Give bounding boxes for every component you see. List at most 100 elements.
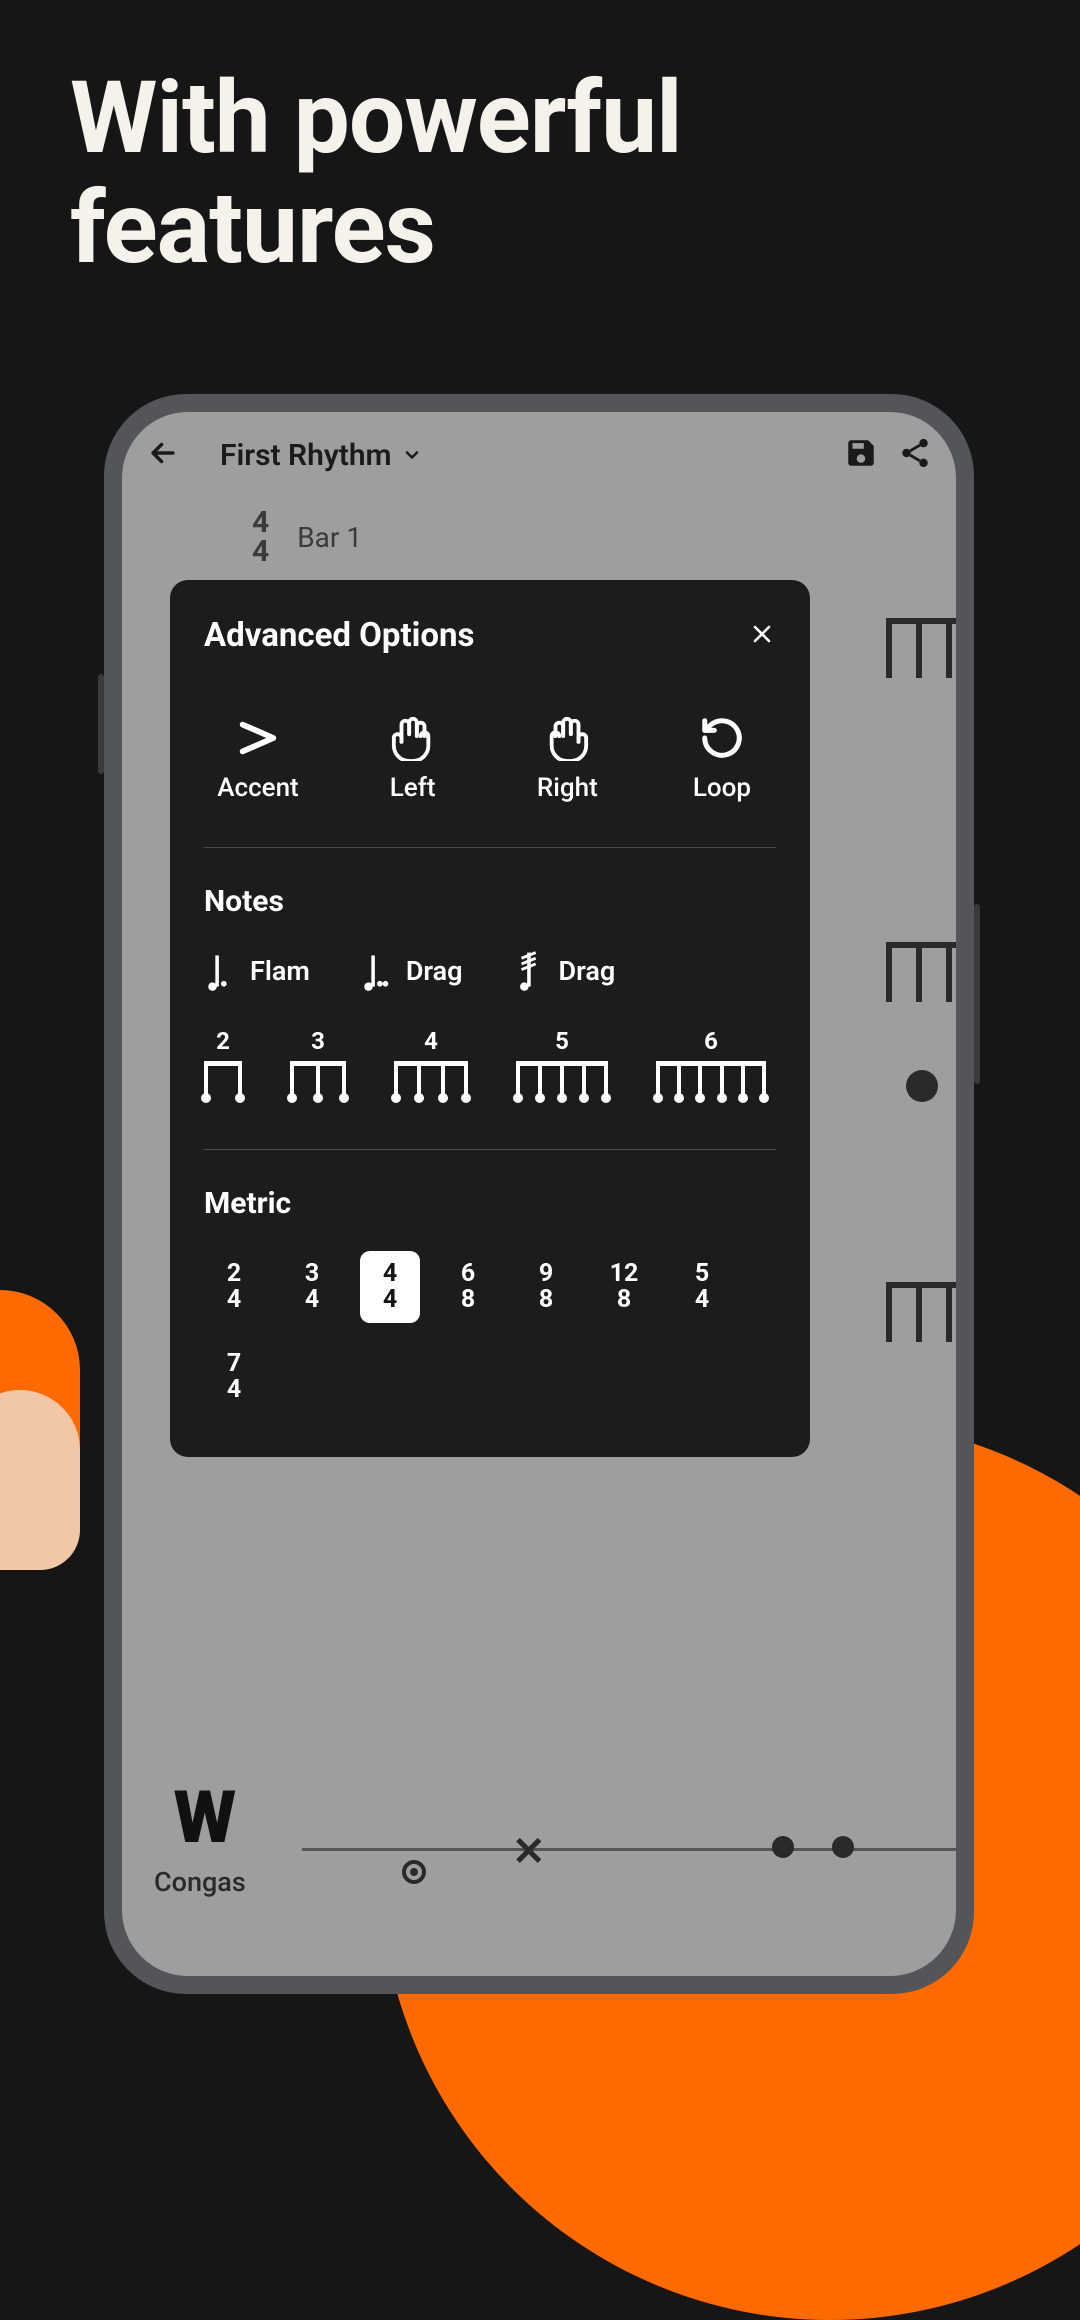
subdivision-4[interactable]: 4 bbox=[394, 1027, 468, 1105]
staff-fragment bbox=[886, 942, 956, 1002]
promo-headline: With powerful features bbox=[0, 0, 1080, 284]
action-label: Loop bbox=[693, 773, 751, 803]
beam-icon bbox=[394, 1061, 468, 1105]
chevron-down-icon bbox=[402, 445, 422, 465]
note-label: Drag bbox=[559, 955, 616, 987]
app-screen: First Rhythm 4 4 Bar 1 bbox=[122, 412, 956, 1976]
left-hand-button[interactable]: Left bbox=[363, 715, 463, 803]
metric-bottom: 4 bbox=[695, 1287, 709, 1313]
note-head bbox=[832, 1836, 854, 1858]
metric-9-8[interactable]: 98 bbox=[516, 1251, 576, 1323]
subdivision-6[interactable]: 6 bbox=[656, 1027, 766, 1105]
share-icon[interactable] bbox=[898, 436, 932, 474]
phone-volume-button bbox=[98, 674, 104, 774]
metric-top: 7 bbox=[227, 1351, 241, 1377]
note-ornaments-row: Flam Drag Drag bbox=[204, 949, 776, 993]
time-sig-top: 4 bbox=[252, 508, 269, 537]
subdivision-number: 3 bbox=[311, 1027, 325, 1055]
metric-bottom: 8 bbox=[617, 1287, 631, 1313]
back-icon[interactable] bbox=[146, 436, 180, 474]
subdivision-number: 4 bbox=[424, 1027, 438, 1055]
time-signature[interactable]: 4 4 bbox=[252, 508, 269, 567]
note-x-icon: ✕ bbox=[512, 1828, 546, 1875]
flam-button[interactable]: Flam bbox=[204, 949, 310, 993]
metric-bottom: 8 bbox=[539, 1287, 553, 1313]
loop-button[interactable]: Loop bbox=[672, 715, 772, 803]
beam-icon bbox=[204, 1061, 242, 1105]
subdivision-number: 2 bbox=[216, 1027, 230, 1055]
phone-frame: First Rhythm 4 4 Bar 1 bbox=[104, 394, 974, 1994]
record-marker-icon bbox=[402, 1860, 426, 1884]
app-top-bar: First Rhythm bbox=[122, 412, 956, 474]
metric-5-4[interactable]: 54 bbox=[672, 1251, 732, 1323]
divider bbox=[204, 1149, 776, 1150]
bottom-staff[interactable]: ✕ bbox=[302, 1798, 956, 1878]
note-head bbox=[906, 1070, 938, 1102]
action-grid: Accent Left Right bbox=[204, 715, 776, 847]
right-hand-button[interactable]: Right bbox=[517, 715, 617, 803]
subdivision-number: 6 bbox=[704, 1027, 718, 1055]
time-signature-row: 4 4 Bar 1 bbox=[122, 474, 956, 567]
loop-icon bbox=[699, 715, 745, 761]
drag-roll-button[interactable]: Drag bbox=[513, 949, 616, 993]
metric-top: 12 bbox=[610, 1261, 639, 1287]
advanced-options-modal: Advanced Options Accent Left bbox=[170, 580, 810, 1457]
hand-right-icon bbox=[544, 715, 590, 761]
metric-6-8[interactable]: 68 bbox=[438, 1251, 498, 1323]
bar-label: Bar 1 bbox=[297, 521, 362, 554]
phone-power-button bbox=[974, 904, 980, 1084]
metric-top: 3 bbox=[305, 1261, 319, 1287]
accent-button[interactable]: Accent bbox=[208, 715, 308, 803]
subdivision-number: 5 bbox=[555, 1027, 569, 1055]
action-label: Accent bbox=[217, 773, 298, 803]
metric-bottom: 4 bbox=[383, 1287, 397, 1313]
time-signature-grid: 24344468981285474 bbox=[204, 1251, 776, 1413]
drag-icon bbox=[360, 949, 394, 993]
metric-section-title: Metric bbox=[204, 1186, 776, 1221]
metric-top: 5 bbox=[695, 1261, 709, 1287]
project-title-text: First Rhythm bbox=[220, 438, 392, 473]
beam-icon bbox=[516, 1061, 608, 1105]
accent-icon bbox=[235, 715, 281, 761]
subdivision-row: 2 3 4 5 6 bbox=[204, 1027, 776, 1105]
metric-2-4[interactable]: 24 bbox=[204, 1251, 264, 1323]
metric-top: 4 bbox=[383, 1261, 397, 1287]
staff-fragment bbox=[886, 618, 956, 678]
hand-left-icon bbox=[390, 715, 436, 761]
instrument-label[interactable]: W Congas bbox=[154, 1775, 246, 1898]
metric-top: 2 bbox=[227, 1261, 241, 1287]
drag-roll-icon bbox=[513, 949, 547, 993]
metric-bottom: 4 bbox=[227, 1287, 241, 1313]
subdivision-2[interactable]: 2 bbox=[204, 1027, 242, 1105]
flam-icon bbox=[204, 949, 238, 993]
instrument-icon: W bbox=[154, 1775, 246, 1860]
subdivision-3[interactable]: 3 bbox=[290, 1027, 346, 1105]
metric-top: 6 bbox=[461, 1261, 475, 1287]
project-title-dropdown[interactable]: First Rhythm bbox=[220, 438, 422, 473]
hand-decoration bbox=[0, 1390, 80, 1570]
notes-section-title: Notes bbox=[204, 884, 776, 919]
time-sig-bottom: 4 bbox=[252, 537, 269, 566]
metric-4-4[interactable]: 44 bbox=[360, 1251, 420, 1323]
metric-7-4[interactable]: 74 bbox=[204, 1341, 264, 1413]
metric-12-8[interactable]: 128 bbox=[594, 1251, 654, 1323]
instrument-name: Congas bbox=[154, 1866, 246, 1898]
metric-bottom: 4 bbox=[227, 1377, 241, 1403]
beam-icon bbox=[290, 1061, 346, 1105]
staff-fragment bbox=[886, 1282, 956, 1342]
beam-icon bbox=[656, 1061, 766, 1105]
modal-title: Advanced Options bbox=[204, 616, 474, 655]
action-label: Left bbox=[390, 773, 436, 803]
metric-bottom: 8 bbox=[461, 1287, 475, 1313]
metric-bottom: 4 bbox=[305, 1287, 319, 1313]
save-icon[interactable] bbox=[844, 436, 878, 474]
note-label: Flam bbox=[250, 955, 310, 987]
action-label: Right bbox=[537, 773, 598, 803]
note-head bbox=[772, 1836, 794, 1858]
subdivision-5[interactable]: 5 bbox=[516, 1027, 608, 1105]
drag-button[interactable]: Drag bbox=[360, 949, 463, 993]
close-icon[interactable] bbox=[748, 620, 776, 652]
metric-top: 9 bbox=[539, 1261, 553, 1287]
divider bbox=[204, 847, 776, 848]
metric-3-4[interactable]: 34 bbox=[282, 1251, 342, 1323]
